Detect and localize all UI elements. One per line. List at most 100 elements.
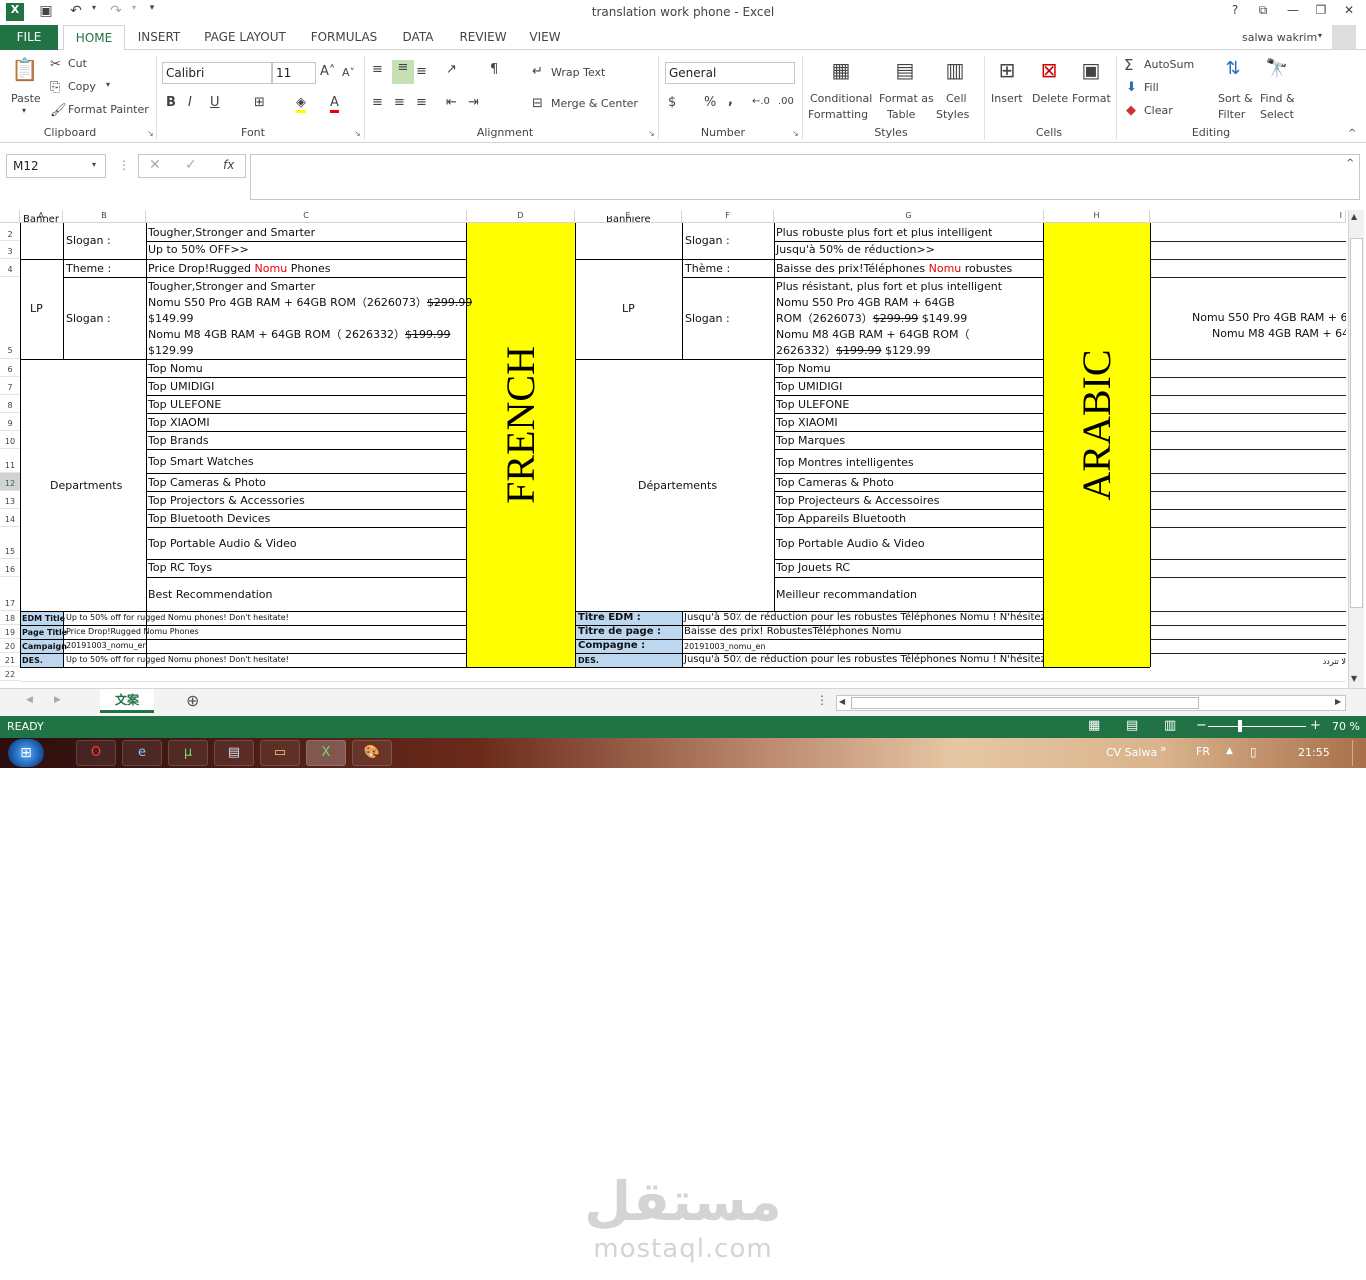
- internet-explorer-icon[interactable]: e: [122, 740, 162, 766]
- cell-theme[interactable]: Price Drop!Rugged Nomu Phones: [146, 262, 331, 276]
- row-header[interactable]: 8: [0, 395, 20, 413]
- cell-fr-dept-item[interactable]: Top Projecteurs & Accessoires: [774, 494, 939, 508]
- expand-formula-icon[interactable]: ^: [1346, 158, 1354, 169]
- cell-fr-page-title[interactable]: Baisse des prix! RobustesTéléphones Nomu: [682, 625, 901, 639]
- select-all-corner[interactable]: [0, 210, 20, 223]
- cell-fr-theme-label[interactable]: Thème :: [683, 262, 730, 276]
- clock[interactable]: 21:55: [1298, 746, 1330, 759]
- sheet-tab-active[interactable]: 文案: [100, 689, 154, 713]
- cell-fr-theme[interactable]: Baisse des prix!Téléphones Nomu robustes: [774, 262, 1012, 276]
- cell-fr-lp-slogan[interactable]: Plus résistant, plus fort et plus intell…: [774, 279, 1002, 359]
- taskbar-user[interactable]: CV Salwa: [1106, 746, 1157, 759]
- row-header[interactable]: 7: [0, 377, 20, 395]
- cell-banner-label[interactable]: Banner: [21, 213, 59, 227]
- start-button[interactable]: ⊞: [8, 739, 44, 767]
- utorrent-icon[interactable]: µ: [168, 740, 208, 766]
- col-header-c[interactable]: C: [146, 210, 467, 223]
- row-header[interactable]: 17: [0, 577, 20, 611]
- cell-fr-lp-label[interactable]: LP: [620, 302, 635, 316]
- row-header[interactable]: 4: [0, 259, 20, 277]
- cell-fr-des[interactable]: Jusqu'à 50٪ de réduction pour les robust…: [682, 653, 1043, 667]
- cells-layer[interactable]: A B C D E F G H I 2 3 4 5 6 7 8 9 10 11 …: [0, 0, 1346, 688]
- horizontal-scroll-thumb[interactable]: [851, 697, 1199, 709]
- cell-fr-slogan-1[interactable]: Plus robuste plus fort et plus intellige…: [774, 226, 992, 240]
- cell-dept-item[interactable]: Top UMIDIGI: [146, 380, 214, 394]
- vertical-scroll-thumb[interactable]: [1350, 238, 1363, 608]
- cell-dept-item[interactable]: Top Projectors & Accessories: [146, 494, 305, 508]
- cell-dept-item[interactable]: Top Portable Audio & Video: [146, 537, 297, 551]
- zoom-level[interactable]: 70 %: [1332, 720, 1360, 733]
- cell-fr-dept-item[interactable]: Top Portable Audio & Video: [774, 537, 925, 551]
- cell-fr-dept-item[interactable]: Top Marques: [774, 434, 845, 448]
- cell-des-label[interactable]: DES.: [20, 654, 43, 668]
- cell-ar-lp-2[interactable]: Nomu M8 4GB RAM + 64G: [1210, 327, 1346, 341]
- cell-dept-item[interactable]: Top XIAOMI: [146, 416, 210, 430]
- cell-lp-label[interactable]: LP: [28, 302, 43, 316]
- arabic-header[interactable]: ARABIC: [1072, 275, 1122, 575]
- notepad-icon[interactable]: ▤: [214, 740, 254, 766]
- row-header[interactable]: 15: [0, 527, 20, 559]
- cell-fr-dept-item[interactable]: Top Nomu: [774, 362, 831, 376]
- new-sheet-icon[interactable]: ⊕: [186, 691, 199, 710]
- cell-fr-lp-slogan-label[interactable]: Slogan :: [683, 312, 730, 326]
- row-header[interactable]: 11: [0, 449, 20, 473]
- cell-dept-item[interactable]: Top Bluetooth Devices: [146, 512, 270, 526]
- prev-sheet-icon[interactable]: ◀: [26, 695, 33, 705]
- cell-dept-item[interactable]: Top ULEFONE: [146, 398, 221, 412]
- cell-fr-slogan-label[interactable]: Slogan :: [683, 234, 730, 248]
- cell-fr-dept-item[interactable]: Top XIAOMI: [774, 416, 838, 430]
- cell-fr-dept-item[interactable]: Top Appareils Bluetooth: [774, 512, 906, 526]
- zoom-slider-thumb[interactable]: [1238, 720, 1242, 732]
- row-header[interactable]: 16: [0, 559, 20, 577]
- opera-icon[interactable]: O: [76, 740, 116, 766]
- cell-fr-campaign[interactable]: 20191003_nomu_en: [682, 640, 766, 654]
- cell-ar-des[interactable]: لا تتردد: [1300, 655, 1346, 669]
- horizontal-scrollbar[interactable]: ◀ ▶: [836, 695, 1346, 711]
- cell-slogan-label[interactable]: Slogan :: [64, 234, 111, 248]
- cell-fr-dept-item[interactable]: Top UMIDIGI: [774, 380, 842, 394]
- cell-lp-slogan-label[interactable]: Slogan :: [64, 312, 111, 326]
- row-header[interactable]: 19: [0, 625, 20, 639]
- show-desktop-button[interactable]: [1352, 740, 1364, 766]
- cell-fr-slogan-2[interactable]: Jusqu'à 50% de réduction>>: [774, 243, 935, 257]
- next-sheet-icon[interactable]: ▶: [54, 695, 61, 705]
- row-header[interactable]: 3: [0, 241, 20, 259]
- cell-dept-item[interactable]: Top Brands: [146, 434, 209, 448]
- scroll-up-icon[interactable]: ▲: [1351, 212, 1357, 221]
- page-break-view-icon[interactable]: ▥: [1164, 718, 1176, 733]
- row-header[interactable]: 20: [0, 639, 20, 653]
- cell-dept-item[interactable]: Top Smart Watches: [146, 455, 254, 469]
- cell-dept-item[interactable]: Best Recommendation: [146, 588, 273, 602]
- row-header[interactable]: 14: [0, 509, 20, 527]
- col-header-b[interactable]: B: [63, 210, 146, 223]
- cell-fr-des-label[interactable]: DES.: [576, 654, 599, 668]
- cell-fr-page-title-label[interactable]: Titre de page :: [576, 625, 661, 639]
- cell-page-title[interactable]: Price Drop!Rugged Nomu Phones: [64, 625, 199, 639]
- battery-icon[interactable]: ▯: [1250, 745, 1257, 759]
- cell-fr-dept-item[interactable]: Top Montres intelligentes: [774, 456, 914, 470]
- tab-split-grip-icon[interactable]: ⋮: [816, 693, 828, 707]
- cell-lp-slogan[interactable]: Tougher,Stronger and Smarter Nomu S50 Pr…: [146, 279, 472, 359]
- col-header-h[interactable]: H: [1044, 210, 1150, 223]
- row-header[interactable]: 21: [0, 653, 20, 667]
- cell-fr-dept-item[interactable]: Top ULEFONE: [774, 398, 849, 412]
- page-layout-view-icon[interactable]: ▤: [1126, 718, 1138, 733]
- cell-fr-dept-item[interactable]: Top Jouets RC: [774, 561, 850, 575]
- row-header[interactable]: 6: [0, 359, 20, 377]
- row-header[interactable]: 13: [0, 491, 20, 509]
- normal-view-icon[interactable]: ▦: [1088, 718, 1100, 733]
- cell-edm[interactable]: Up to 50% off for rugged Nomu phones! Do…: [64, 611, 464, 625]
- cell-dept-item[interactable]: Top Nomu: [146, 362, 203, 376]
- cell-fr-edm[interactable]: Jusqu'à 50٪ de réduction pour les robust…: [682, 611, 1043, 625]
- cell-des[interactable]: Up to 50% off for rugged Nomu phones! Do…: [64, 653, 464, 667]
- col-header-d[interactable]: D: [467, 210, 575, 223]
- vertical-scrollbar[interactable]: ▲ ▼: [1348, 210, 1364, 688]
- scroll-left-icon[interactable]: ◀: [839, 697, 845, 706]
- cell-edm-label[interactable]: EDM Title: [20, 612, 65, 626]
- row-header-selected[interactable]: 12: [0, 473, 20, 491]
- col-header-g[interactable]: G: [774, 210, 1044, 223]
- scroll-right-icon[interactable]: ▶: [1335, 697, 1341, 706]
- cell-fr-banner-label[interactable]: Bannière: [604, 216, 651, 224]
- cell-fr-campaign-label[interactable]: Compagne :: [576, 639, 645, 653]
- row-header[interactable]: 2: [0, 223, 20, 241]
